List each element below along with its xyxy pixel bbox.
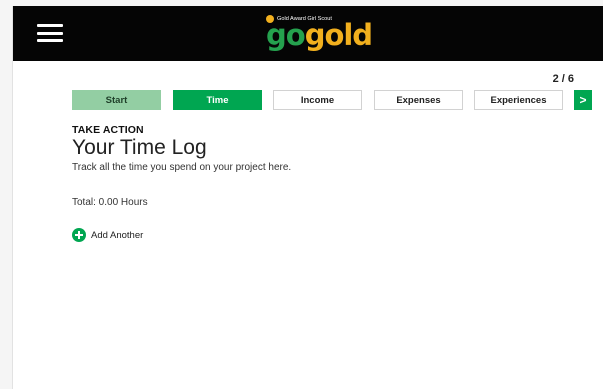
- menu-line: [37, 24, 63, 27]
- hamburger-menu-icon[interactable]: [37, 22, 63, 44]
- tab-experiences[interactable]: Experiences: [474, 90, 563, 110]
- add-another-button[interactable]: Add Another: [72, 228, 143, 242]
- tab-expenses[interactable]: Expenses: [374, 90, 463, 110]
- total-hours: Total: 0.00 Hours: [72, 197, 148, 208]
- app-frame: Gold Award Girl Scout gogold 2 / 6 Start…: [12, 6, 603, 389]
- next-step-button[interactable]: >: [574, 90, 592, 110]
- page-title: Your Time Log: [72, 136, 207, 159]
- plus-circle-icon: [72, 228, 86, 242]
- logo-wordmark: gogold: [266, 18, 376, 52]
- chevron-right-icon: >: [579, 93, 587, 107]
- page-subtitle: Track all the time you spend on your pro…: [72, 162, 292, 173]
- add-another-label: Add Another: [91, 229, 144, 241]
- logo-word-go: go: [266, 18, 306, 52]
- tab-label: Experiences: [490, 94, 547, 106]
- tab-label: Start: [105, 94, 128, 106]
- tab-label: Expenses: [396, 94, 441, 106]
- logo-word-gold: gold: [304, 18, 373, 52]
- gogold-logo[interactable]: Gold Award Girl Scout gogold: [266, 14, 376, 54]
- tab-income[interactable]: Income: [273, 90, 362, 110]
- tab-label: Time: [206, 94, 229, 106]
- tab-start[interactable]: Start: [72, 90, 161, 110]
- top-bar: Gold Award Girl Scout gogold: [13, 6, 603, 61]
- menu-line: [37, 31, 63, 35]
- tab-time[interactable]: Time: [173, 90, 262, 110]
- tab-label: Income: [300, 94, 335, 106]
- step-progress-counter: 2 / 6: [552, 73, 574, 85]
- menu-line: [37, 39, 63, 42]
